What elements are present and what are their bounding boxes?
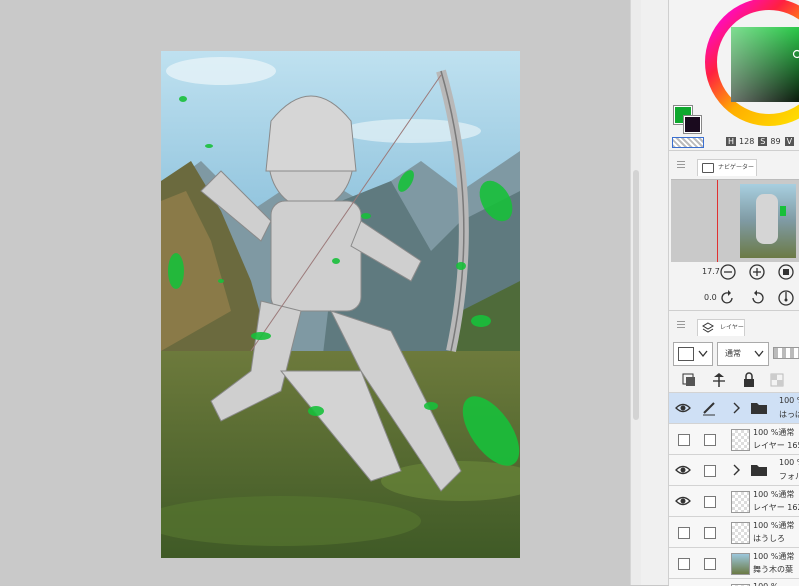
visibility-checkbox[interactable] (678, 527, 690, 539)
layer-name: はうしろ (753, 533, 785, 544)
rotation-value: 0.0 (704, 293, 717, 302)
edit-pencil-icon[interactable] (701, 400, 717, 416)
artwork-canvas[interactable] (161, 51, 520, 558)
layer-row[interactable]: 100 %通常レイヤー 162 (669, 485, 799, 516)
opacity-slider[interactable] (773, 347, 799, 359)
panel-divider (641, 0, 669, 585)
clip-to-layer-below-icon[interactable] (681, 372, 697, 388)
layer-opacity-mode: 100 %通常 (753, 427, 794, 438)
reference-layer-icon[interactable] (711, 372, 727, 388)
navigator-view-marker (717, 180, 718, 262)
navigator-thumbnail (740, 184, 796, 258)
layer-row[interactable]: 100 %通常舞う木の葉 (669, 547, 799, 578)
layer-name: 舞う木の葉 (753, 564, 793, 575)
layer-opacity-mode: 100 %通常 (753, 489, 794, 500)
hsv-readout: H128 S89 V (726, 137, 797, 146)
layer-opacity-mode: 100 % (753, 582, 778, 586)
chevron-down-icon (698, 350, 708, 358)
layer-name: はっぱ (779, 409, 799, 420)
layer-name: レイヤー 162 (753, 502, 799, 513)
layers-tab-label: レイヤー (720, 320, 744, 336)
layer-opacity-mode: 100 % (779, 458, 799, 467)
zoom-in-icon[interactable] (749, 264, 765, 280)
edit-lock-checkbox[interactable] (704, 527, 716, 539)
layer-blend-mode: 通常 (778, 428, 794, 437)
navigator-panel: ナビゲーター 17.7 0.0 (669, 150, 799, 311)
scrollbar-thumb[interactable] (633, 170, 639, 420)
layer-thumbnail (731, 522, 750, 544)
sub-color-swatch[interactable] (684, 116, 701, 133)
color-wheel-section: H128 S89 V (669, 0, 799, 150)
s-label: S (758, 137, 767, 146)
layer-color-swatch (678, 347, 694, 361)
chevron-down-icon (754, 350, 764, 358)
visibility-checkbox[interactable] (678, 558, 690, 570)
chevron-right-icon[interactable] (733, 402, 741, 414)
layer-opacity-mode: 100 % (779, 396, 799, 405)
layer-name: フォル (779, 471, 799, 482)
navigator-preview[interactable] (671, 179, 799, 262)
s-value: 89 (770, 137, 780, 146)
layer-list[interactable]: 100 %はっぱ100 %通常レイヤー 165100 %フォル100 %通常レイ… (669, 392, 799, 586)
layer-thumbnail (731, 491, 750, 513)
reset-rotation-icon[interactable] (778, 290, 794, 306)
canvas-area[interactable] (0, 0, 630, 585)
visibility-eye-icon[interactable] (675, 464, 691, 476)
navigator-tab-label: ナビゲーター (718, 160, 754, 176)
folder-icon (751, 464, 767, 476)
rotate-left-icon[interactable] (720, 290, 736, 306)
folder-icon (751, 402, 767, 414)
fit-view-icon[interactable] (778, 264, 794, 280)
layer-opacity-mode: 100 %通常 (753, 551, 794, 562)
layers-grip-icon[interactable] (677, 321, 685, 330)
right-panel: H128 S89 V ナビゲーター 17.7 0.0 レイヤー (669, 0, 799, 585)
edit-lock-checkbox[interactable] (704, 465, 716, 477)
layers-tab-icon (702, 322, 714, 334)
h-value: 128 (739, 137, 754, 146)
lock-transparency-icon[interactable] (769, 372, 785, 388)
edit-lock-checkbox[interactable] (704, 434, 716, 446)
layer-opacity: 100 % (753, 428, 778, 437)
blend-mode-dropdown[interactable]: 通常 (717, 342, 769, 366)
zoom-value: 17.7 (702, 267, 720, 276)
layer-row[interactable]: 100 % フォル (669, 454, 799, 485)
layer-row[interactable]: 100 %通常レイヤー 165 (669, 423, 799, 454)
layer-opacity: 100 % (779, 396, 799, 405)
layer-thumbnail (731, 429, 750, 451)
layer-opacity: 100 % (779, 458, 799, 467)
artwork-illustration (161, 51, 520, 558)
layer-opacity: 100 % (753, 521, 778, 530)
layer-blend-mode: 通常 (778, 490, 794, 499)
layer-opacity: 100 % (753, 490, 778, 499)
lock-icon[interactable] (741, 372, 757, 388)
edit-lock-checkbox[interactable] (704, 558, 716, 570)
visibility-eye-icon[interactable] (675, 495, 691, 507)
layer-name: レイヤー 165 (753, 440, 799, 451)
navigator-tab-icon (702, 163, 714, 173)
visibility-eye-icon[interactable] (675, 402, 691, 414)
blend-mode-value: 通常 (725, 348, 741, 359)
tab-layers[interactable]: レイヤー (697, 319, 745, 336)
visibility-checkbox[interactable] (678, 434, 690, 446)
h-label: H (726, 137, 736, 146)
transparent-color-swatch[interactable] (672, 137, 704, 148)
layer-row[interactable]: 100 %通常はうしろ (669, 516, 799, 547)
chevron-right-icon[interactable] (733, 464, 741, 476)
layer-blend-mode: 通常 (778, 552, 794, 561)
layer-opacity-mode: 100 %通常 (753, 520, 794, 531)
layer-color-dropdown[interactable] (673, 342, 713, 366)
layer-opacity: 100 % (753, 552, 778, 561)
zoom-out-icon[interactable] (720, 264, 736, 280)
layers-panel: レイヤー 通常 100 %はっぱ100 %通常レイヤー 165100 %フォル1… (669, 310, 799, 586)
v-label: V (785, 137, 794, 146)
tab-navigator[interactable]: ナビゲーター (697, 159, 757, 176)
edit-lock-checkbox[interactable] (704, 496, 716, 508)
layer-blend-mode: 通常 (778, 521, 794, 530)
layer-row[interactable]: 100 % はっぱ (669, 392, 799, 423)
rotate-right-icon[interactable] (749, 290, 765, 306)
layer-opacity: 100 % (753, 582, 778, 586)
layer-image-thumbnail (731, 553, 750, 575)
panel-grip-icon[interactable] (677, 161, 685, 170)
